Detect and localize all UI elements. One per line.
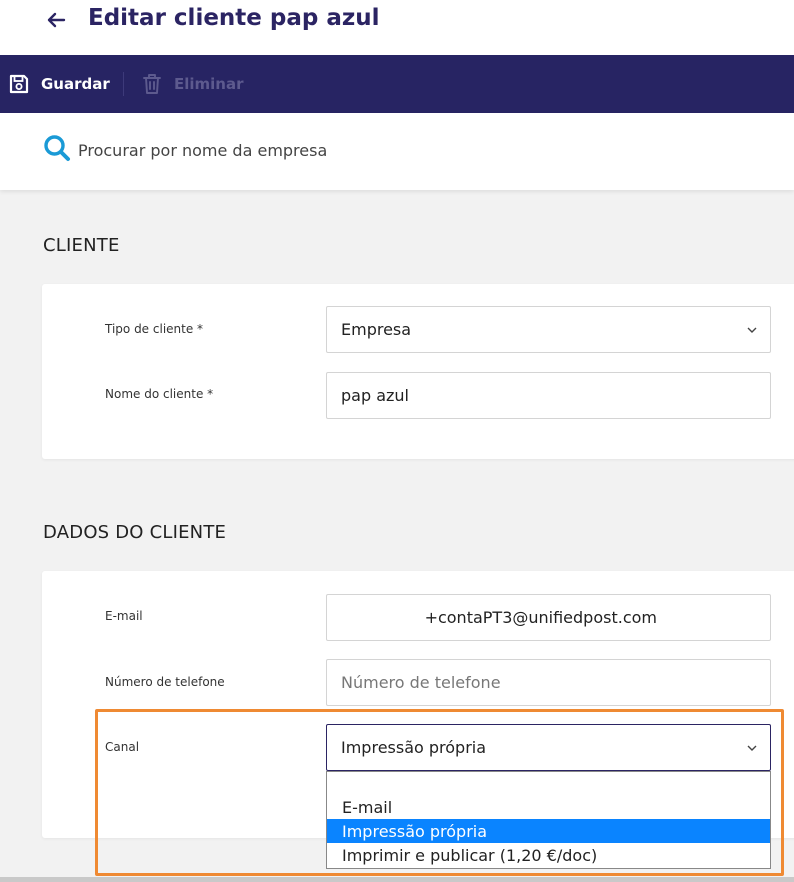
channel-option-print-publish[interactable]: Imprimir e publicar (1,20 €/doc) bbox=[327, 843, 770, 867]
client-data-section-title: DADOS DO CLIENTE bbox=[43, 522, 227, 543]
client-section-title: CLIENTE bbox=[43, 235, 120, 256]
save-button[interactable]: Guardar bbox=[8, 55, 110, 113]
channel-select[interactable]: Impressão própria bbox=[326, 724, 771, 771]
chevron-down-icon bbox=[747, 327, 757, 333]
phone-label: Número de telefone bbox=[105, 675, 225, 689]
email-label: E-mail bbox=[105, 609, 143, 623]
save-label: Guardar bbox=[41, 75, 110, 93]
page-header: Editar cliente pap azul bbox=[0, 0, 794, 55]
chevron-down-icon bbox=[747, 745, 757, 751]
page-title: Editar cliente pap azul bbox=[88, 5, 380, 31]
bottom-divider bbox=[0, 877, 794, 882]
action-toolbar: Guardar Eliminar bbox=[0, 55, 794, 113]
client-name-input[interactable]: pap azul bbox=[326, 372, 771, 419]
email-field[interactable]: +contaPT3@unifiedpost.com bbox=[326, 594, 771, 641]
phone-field[interactable]: Número de telefone bbox=[326, 659, 771, 706]
channel-label: Canal bbox=[105, 740, 140, 754]
client-name-label: Nome do cliente * bbox=[105, 387, 214, 401]
delete-label: Eliminar bbox=[174, 75, 244, 93]
channel-option-email[interactable]: E-mail bbox=[327, 795, 770, 819]
trash-icon bbox=[143, 74, 161, 94]
phone-placeholder: Número de telefone bbox=[341, 673, 501, 692]
search-bar bbox=[0, 113, 794, 190]
arrow-left-icon[interactable] bbox=[42, 6, 70, 34]
floppy-disk-icon bbox=[9, 74, 29, 94]
channel-dropdown: E-mail Impressão própria Imprimir e publ… bbox=[326, 771, 771, 869]
delete-button[interactable]: Eliminar bbox=[141, 55, 244, 113]
company-search-input[interactable] bbox=[78, 135, 678, 165]
client-type-value: Empresa bbox=[341, 320, 412, 339]
search-icon[interactable] bbox=[42, 133, 72, 163]
email-value: +contaPT3@unifiedpost.com bbox=[424, 608, 657, 627]
client-name-value: pap azul bbox=[341, 386, 409, 405]
client-type-label: Tipo de cliente * bbox=[105, 322, 204, 336]
toolbar-divider bbox=[123, 72, 124, 96]
channel-option-own-print[interactable]: Impressão própria bbox=[327, 819, 770, 843]
channel-value: Impressão própria bbox=[341, 738, 487, 757]
client-type-select[interactable]: Empresa bbox=[326, 306, 771, 353]
